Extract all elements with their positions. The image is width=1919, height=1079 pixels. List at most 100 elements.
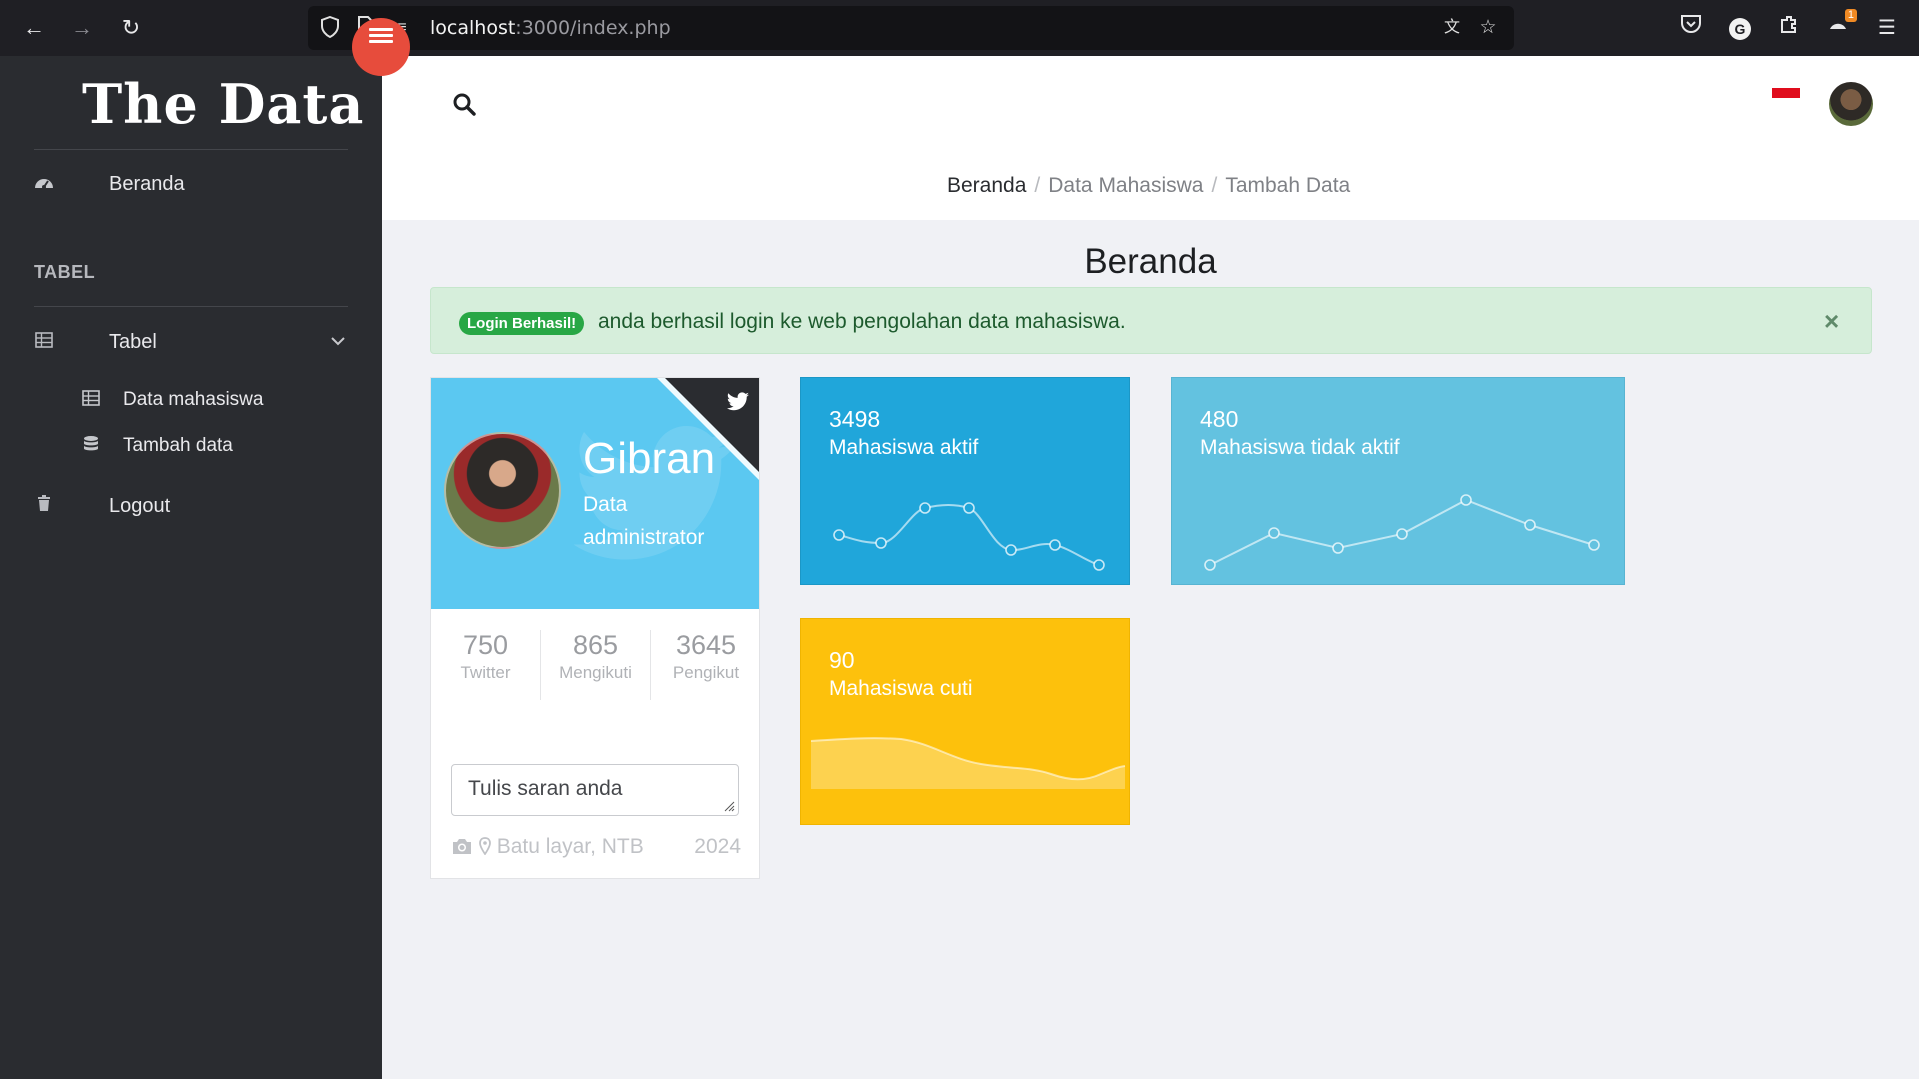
camera-icon[interactable] bbox=[451, 835, 479, 858]
sparkline-point bbox=[1588, 539, 1600, 551]
profile-year: 2024 bbox=[694, 835, 741, 858]
pocket-icon[interactable] bbox=[1676, 13, 1706, 43]
dashboard-icon bbox=[32, 174, 56, 195]
profile-footer: Batu layar, NTB 2024 bbox=[451, 835, 741, 859]
stat-value: 865 bbox=[572, 630, 619, 660]
sidebar-toggle-button[interactable] bbox=[352, 18, 410, 76]
tile-label: Mahasiswa cuti bbox=[829, 677, 973, 700]
extension-badge-icon[interactable]: 1 bbox=[1823, 9, 1857, 43]
back-icon[interactable]: ← bbox=[20, 14, 48, 42]
search-icon[interactable] bbox=[452, 92, 478, 118]
sidebar-subitem-data-mahasiswa[interactable]: Data mahasiswa bbox=[0, 382, 382, 418]
sidebar-item-logout[interactable]: Logout bbox=[0, 486, 382, 526]
database-icon bbox=[80, 435, 102, 458]
stat-label: Pengikut bbox=[672, 663, 740, 682]
tile-value: 90 bbox=[829, 647, 855, 673]
sparkline-point bbox=[1524, 519, 1536, 531]
textarea-placeholder: Tulis saran anda bbox=[468, 777, 623, 800]
bookmark-star-icon[interactable]: ☆ bbox=[1476, 16, 1500, 40]
profile-header: Gibran Data administrator bbox=[431, 378, 759, 609]
sparkline-point bbox=[1396, 528, 1408, 540]
stat-pengikut: 3645 Pengikut bbox=[651, 630, 759, 700]
menu-icon bbox=[369, 28, 393, 46]
sparkline-point bbox=[833, 529, 845, 541]
breadcrumb: Beranda / Data Mahasiswa / Tambah Data bbox=[947, 174, 1350, 198]
top-header: Beranda / Data Mahasiswa / Tambah Data bbox=[382, 56, 1919, 220]
brand-logo[interactable]: The Data bbox=[82, 72, 364, 136]
reload-icon[interactable]: ↻ bbox=[117, 14, 145, 42]
area-series bbox=[811, 738, 1125, 789]
stat-mengikuti: 865 Mengikuti bbox=[541, 630, 651, 700]
menu-icon[interactable]: ☰ bbox=[1872, 13, 1902, 43]
sparkline-point bbox=[1332, 542, 1344, 554]
profile-photo bbox=[444, 432, 561, 549]
stat-tile-mahasiswa-tidak-aktif[interactable]: 480 Mahasiswa tidak aktif bbox=[1171, 377, 1625, 585]
close-icon[interactable]: × bbox=[1824, 306, 1839, 337]
divider bbox=[34, 306, 348, 307]
table-icon bbox=[80, 389, 102, 411]
stat-label: Twitter bbox=[460, 663, 511, 682]
sidebar-item-label: Beranda bbox=[109, 172, 185, 195]
url-text[interactable]: localhost:3000/index.php bbox=[430, 17, 671, 39]
sidebar-item-beranda[interactable]: Beranda bbox=[0, 164, 382, 204]
tile-value: 480 bbox=[1200, 406, 1239, 432]
stat-label: Mengikuti bbox=[559, 663, 632, 682]
profile-location: Batu layar, NTB bbox=[496, 835, 644, 858]
sparkline-point bbox=[1204, 559, 1216, 571]
breadcrumb-item-data-mahasiswa[interactable]: Data Mahasiswa bbox=[1048, 174, 1203, 197]
breadcrumb-separator: / bbox=[1034, 174, 1041, 197]
sparkline-point bbox=[1268, 527, 1280, 539]
grammarly-icon[interactable]: G bbox=[1725, 13, 1755, 43]
stat-tile-mahasiswa-aktif[interactable]: 3498 Mahasiswa aktif bbox=[800, 377, 1130, 585]
sparkline-point bbox=[1093, 559, 1105, 571]
sparkline-chart bbox=[1204, 494, 1600, 571]
alert-message: anda berhasil login ke web pengolahan da… bbox=[598, 310, 1126, 333]
breadcrumb-item-tambah-data[interactable]: Tambah Data bbox=[1225, 174, 1350, 197]
profile-stats: 750 Twitter 865 Mengikuti 3645 Pengikut bbox=[431, 630, 759, 700]
sidebar-subitem-tambah-data[interactable]: Tambah data bbox=[0, 428, 382, 464]
stat-value: 750 bbox=[462, 630, 509, 660]
sparkline-point bbox=[1460, 494, 1472, 506]
success-alert: Login Berhasil! anda berhasil login ke w… bbox=[430, 287, 1872, 354]
extensions-icon[interactable] bbox=[1774, 13, 1804, 43]
profile-name: Gibran bbox=[583, 434, 716, 483]
translate-icon[interactable]: 文 bbox=[1440, 16, 1464, 40]
browser-toolbar: ← → ↻ ≡ localhost:3000/index.php 文 ☆ G 1… bbox=[0, 0, 1919, 56]
tile-label: Mahasiswa tidak aktif bbox=[1200, 436, 1400, 459]
suggestion-textarea[interactable]: Tulis saran anda bbox=[451, 764, 739, 816]
breadcrumb-separator: / bbox=[1211, 174, 1218, 197]
shield-icon[interactable] bbox=[318, 15, 342, 40]
page-title: Beranda bbox=[1084, 242, 1217, 281]
chevron-down-icon[interactable] bbox=[331, 333, 345, 351]
breadcrumb-item-beranda[interactable]: Beranda bbox=[947, 174, 1026, 197]
tile-label: Mahasiswa aktif bbox=[829, 436, 979, 459]
sidebar-subitem-label: Data mahasiswa bbox=[123, 389, 264, 410]
section-heading-tabel: TABEL bbox=[34, 262, 96, 282]
sidebar-item-tabel[interactable]: Tabel bbox=[0, 322, 382, 362]
resize-handle-icon[interactable] bbox=[723, 800, 735, 812]
sidebar-item-label: Logout bbox=[109, 494, 171, 517]
sidebar-item-label: Tabel bbox=[109, 330, 157, 353]
sparkline-point bbox=[919, 502, 931, 514]
profile-role: Data administrator bbox=[583, 493, 705, 549]
sparkline-point bbox=[1049, 539, 1061, 551]
stat-value: 3645 bbox=[675, 630, 737, 660]
stat-twitter: 750 Twitter bbox=[431, 630, 541, 700]
twitter-icon[interactable] bbox=[725, 390, 751, 414]
status-badge: Login Berhasil! bbox=[459, 312, 585, 335]
divider bbox=[34, 149, 348, 150]
sidebar: The Data Beranda TABEL Tabel Data mahasi… bbox=[0, 56, 382, 1079]
trash-icon bbox=[32, 495, 56, 517]
map-marker-icon bbox=[478, 835, 497, 858]
stat-tile-mahasiswa-cuti[interactable]: 90 Mahasiswa cuti bbox=[800, 618, 1130, 825]
sparkline-point bbox=[963, 502, 975, 514]
address-bar[interactable]: ≡ localhost:3000/index.php 文 ☆ bbox=[308, 6, 1514, 50]
forward-icon[interactable]: → bbox=[68, 14, 96, 42]
sidebar-subitem-label: Tambah data bbox=[123, 435, 233, 456]
sparkline-point bbox=[875, 537, 887, 549]
table-icon bbox=[32, 331, 56, 353]
sparkline-point bbox=[1005, 544, 1017, 556]
avatar[interactable] bbox=[1829, 82, 1873, 126]
tile-value: 3498 bbox=[829, 406, 881, 432]
language-flag-icon[interactable] bbox=[1772, 88, 1800, 108]
